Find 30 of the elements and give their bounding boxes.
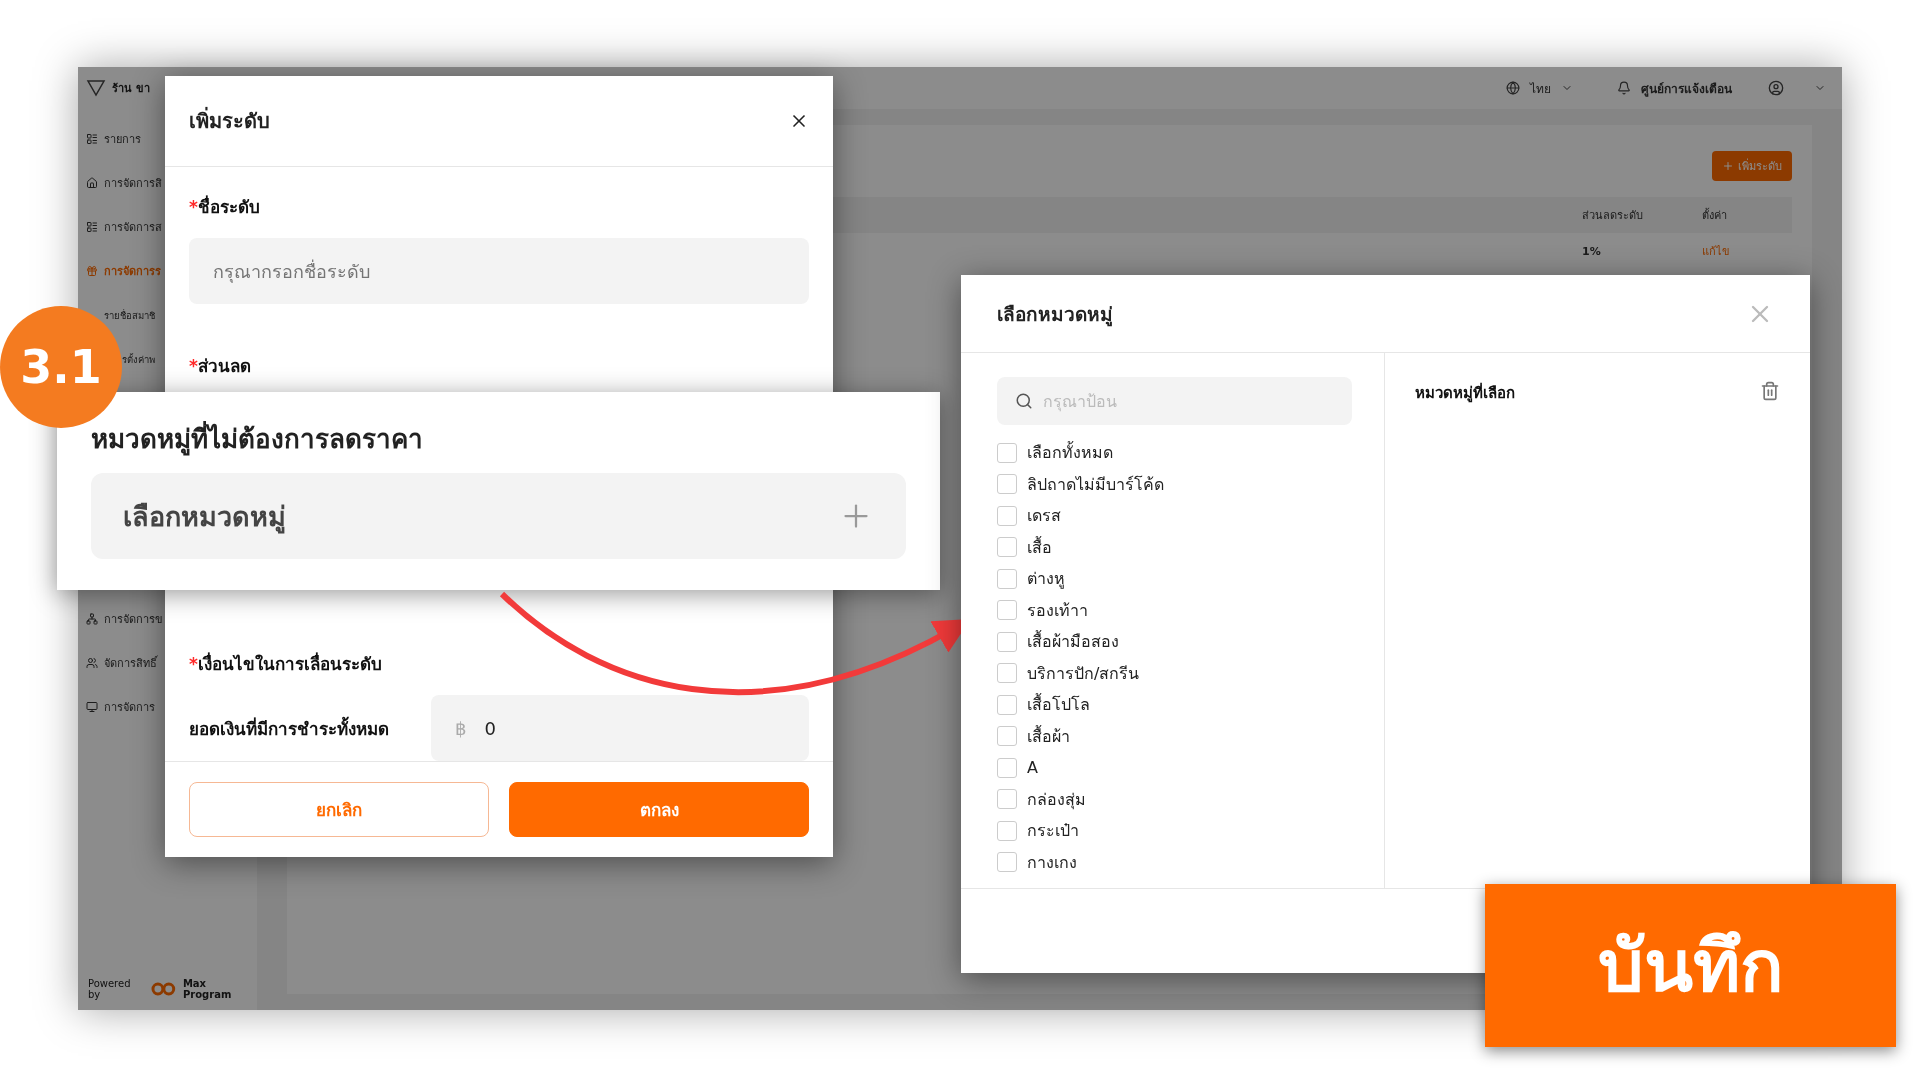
- brand-name: Max Program: [182, 978, 233, 1000]
- powered-by-text: Powered by: [88, 978, 132, 1000]
- column-header: ตั้งค่า: [1702, 207, 1728, 224]
- amount-value: 0: [484, 717, 496, 739]
- selected-heading: หมวดหมู่ที่เลือก: [1415, 381, 1515, 405]
- callout-title: หมวดหมู่ที่ไม่ต้องการลดราคา: [91, 418, 906, 459]
- option-label: เสื้อ: [1027, 535, 1052, 559]
- option-label: กระเป๋า: [1027, 820, 1079, 843]
- shop-name: ร้าน ขา: [112, 81, 150, 97]
- option-label: บริการปัก/สกรีน: [1027, 662, 1140, 685]
- field-label: *เงื่อนไขในการเลื่อนระดับ: [189, 651, 383, 676]
- currency-symbol: ฿: [455, 717, 467, 739]
- field-label: *ชื่อระดับ: [189, 194, 261, 219]
- option-label: กล่องสุ่ม: [1027, 788, 1086, 812]
- dialog-title: เลือกหมวดหมู่: [997, 301, 1113, 329]
- table-cell-text: 1%: [1582, 244, 1602, 258]
- option-label: เสื้อผ้ามือสอง: [1027, 629, 1119, 654]
- option-label: A: [1027, 758, 1038, 778]
- option-label: กางเกง: [1027, 851, 1077, 874]
- option-label: เสื้อโปโล: [1027, 692, 1090, 717]
- column-header: ส่วนลดระดับ: [1582, 208, 1644, 224]
- field-label: *ส่วนลด: [189, 355, 252, 378]
- option-label: รองเท้าา: [1027, 599, 1088, 622]
- option-label: ลิปถาดไม่มีบาร์โค้ด: [1027, 473, 1164, 496]
- dialog-title: เพิ่มระดับ: [189, 106, 270, 135]
- option-label: เลือกทั้งหมด: [1027, 440, 1113, 465]
- field-label: ยอดเงินที่มีการชำระทั้งหมด: [189, 715, 390, 741]
- option-label: ต่างหู: [1027, 568, 1065, 591]
- option-label: เสื้อผ้า: [1027, 724, 1070, 748]
- option-label: เดรส: [1027, 505, 1061, 528]
